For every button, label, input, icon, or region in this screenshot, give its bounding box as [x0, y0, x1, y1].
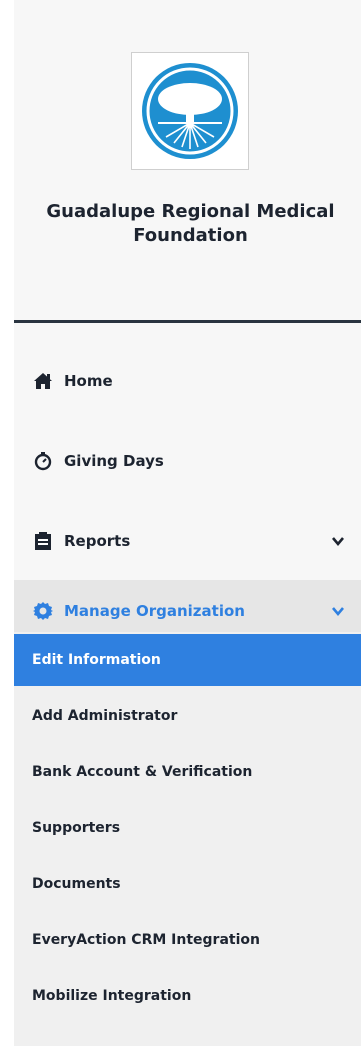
gear-icon	[32, 600, 54, 622]
tree-logo-icon	[142, 63, 238, 159]
nav-item-label: Home	[64, 371, 113, 390]
stopwatch-icon	[32, 450, 54, 472]
sidebar: Guadalupe Regional Medical Foundation Ho…	[0, 0, 361, 1046]
chevron-down-icon[interactable]	[331, 604, 345, 618]
submenu-item-everyaction-crm-integration[interactable]: EveryAction CRM Integration	[14, 912, 361, 968]
submenu-item-edit-information[interactable]: Edit Information	[14, 634, 361, 686]
chevron-down-icon[interactable]	[331, 534, 345, 548]
submenu-item-bank-account-verification[interactable]: Bank Account & Verification	[14, 744, 361, 800]
submenu-item-documents[interactable]: Documents	[14, 856, 361, 912]
nav-item-label: Giving Days	[64, 451, 164, 470]
clipboard-icon	[32, 530, 54, 552]
nav-item-home[interactable]: Home	[14, 336, 361, 425]
divider	[14, 320, 361, 323]
nav-item-reports[interactable]: Reports	[14, 496, 361, 585]
nav-item-giving-days[interactable]: Giving Days	[14, 416, 361, 505]
home-icon	[32, 370, 54, 392]
organization-logo[interactable]	[131, 52, 249, 170]
organization-name: Guadalupe Regional Medical Foundation	[46, 201, 335, 246]
submenu-item-supporters[interactable]: Supporters	[14, 800, 361, 856]
submenu-item-mobilize-integration[interactable]: Mobilize Integration	[14, 968, 361, 1024]
submenu-item-add-administrator[interactable]: Add Administrator	[14, 688, 361, 744]
nav-item-label: Manage Organization	[64, 602, 245, 620]
left-strip	[0, 0, 14, 1046]
nav-item-label: Reports	[64, 531, 131, 550]
